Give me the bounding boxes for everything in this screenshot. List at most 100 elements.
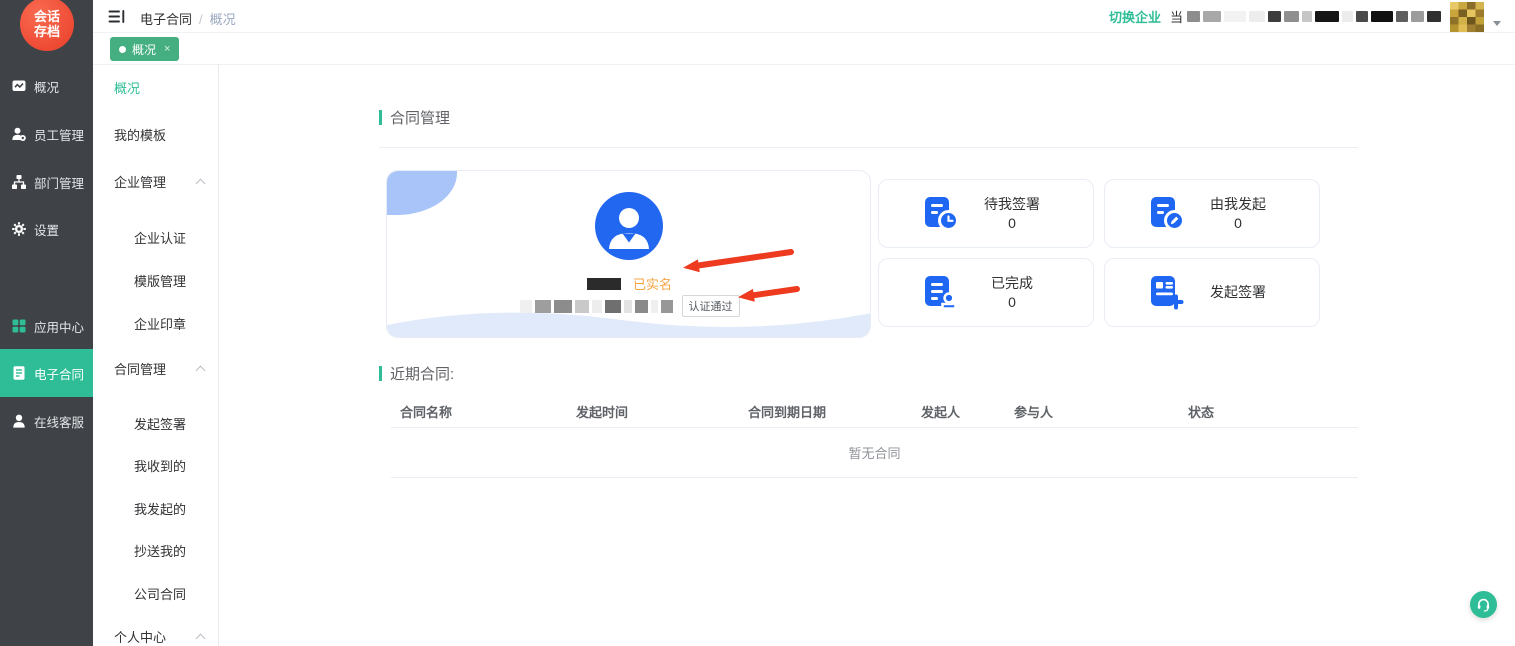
top-bar: 电子合同/概况 切换企业 当	[93, 0, 1515, 33]
stat-label: 待我签署	[961, 195, 1063, 214]
menu-group-personal[interactable]: 个人中心	[93, 628, 218, 646]
stat-label: 已完成	[961, 274, 1063, 293]
sidebar-item-settings[interactable]: 设置	[0, 205, 93, 253]
stat-value: 0	[961, 214, 1063, 233]
col-header-status: 状态	[1188, 402, 1214, 421]
chevron-up-icon	[196, 634, 206, 644]
sidebar-item-employees[interactable]: 员工管理	[0, 110, 93, 158]
apps-grid-icon	[11, 318, 27, 334]
customer-service-button[interactable]	[1470, 591, 1497, 618]
sidebar-item-label: 概况	[34, 77, 59, 96]
stat-value: 0	[1187, 214, 1289, 233]
doc-edit-icon	[1147, 194, 1187, 234]
tab-label: 概况	[132, 41, 156, 58]
redacted-name	[587, 278, 621, 290]
menu-group-contract[interactable]: 合同管理	[93, 360, 218, 380]
stat-label: 发起签署	[1187, 283, 1289, 302]
cert-passed-badge: 认证通过	[682, 295, 740, 317]
stat-card-initiated-by-me[interactable]: 由我发起 0	[1104, 179, 1320, 248]
stat-value: 0	[961, 293, 1063, 312]
user-avatar[interactable]	[1450, 2, 1484, 32]
menu-item-my-templates[interactable]: 我的模板	[93, 126, 218, 146]
section-title-text: 合同管理	[390, 107, 450, 128]
menu-item-enterprise-cert[interactable]: 企业认证	[93, 229, 218, 249]
menu-item-company-contracts[interactable]: 公司合同	[93, 585, 218, 605]
menu-item-cc-me[interactable]: 抄送我的	[93, 542, 218, 562]
current-company-prefix: 当	[1170, 7, 1183, 26]
sidebar-item-label: 设置	[34, 220, 59, 239]
sidebar-item-app-center[interactable]: 应用中心	[0, 302, 93, 350]
realname-badge: 已实名	[633, 277, 672, 292]
chevron-up-icon	[196, 179, 206, 189]
sidebar-item-label: 电子合同	[34, 364, 84, 383]
sidebar-item-e-contract[interactable]: 电子合同	[0, 349, 93, 397]
menu-group-label: 个人中心	[114, 630, 166, 645]
tab-close-icon[interactable]: ×	[164, 43, 170, 55]
overview-icon	[11, 78, 27, 94]
section-title-contract-mgmt: 合同管理	[379, 107, 450, 128]
tab-active-dot	[119, 46, 126, 53]
topbar-right: 切换企业 当	[1109, 0, 1501, 33]
collapse-sidebar-icon[interactable]	[108, 8, 126, 30]
decorative-blob	[387, 171, 457, 215]
sidebar-item-departments[interactable]: 部门管理	[0, 158, 93, 206]
tab-bar: 概况 ×	[93, 33, 1515, 65]
table-empty-state: 暂无合同	[391, 428, 1358, 478]
app-logo[interactable]: 会话 存档	[20, 0, 74, 51]
stat-card-completed[interactable]: 已完成 0	[878, 258, 1094, 327]
section-title-bar	[379, 366, 382, 381]
doc-plus-icon	[1147, 273, 1187, 313]
headset-icon	[1475, 596, 1492, 613]
breadcrumb: 电子合同/概况	[140, 9, 236, 28]
gear-icon	[11, 221, 27, 237]
sidebar-item-label: 员工管理	[34, 125, 84, 144]
menu-item-overview[interactable]: 概况	[93, 79, 218, 99]
breadcrumb-separator: /	[199, 12, 203, 27]
menu-item-template-mgmt[interactable]: 模版管理	[93, 272, 218, 292]
profile-card: 已实名 认证通过	[386, 170, 871, 338]
table-header-row: 合同名称 发起时间 合同到期日期 发起人 参与人 状态	[391, 395, 1358, 428]
col-header-initiator: 发起人	[921, 402, 960, 421]
tab-overview[interactable]: 概况 ×	[110, 37, 179, 61]
employee-icon	[11, 126, 27, 142]
sidebar-item-online-service[interactable]: 在线客服	[0, 397, 93, 445]
menu-group-label: 企业管理	[114, 175, 166, 190]
user-menu-caret-icon[interactable]	[1493, 21, 1501, 26]
stat-card-pending-sign[interactable]: 待我签署 0	[878, 179, 1094, 248]
section-title-recent-contracts: 近期合同:	[379, 363, 454, 384]
menu-group-label: 合同管理	[114, 362, 166, 377]
chevron-up-icon	[196, 366, 206, 376]
secondary-sidebar: 概况 我的模板 企业管理 企业认证 模版管理 企业印章 合同管理 发起签署 我收…	[93, 65, 219, 646]
menu-item-received[interactable]: 我收到的	[93, 457, 218, 477]
breadcrumb-parent[interactable]: 电子合同	[140, 12, 192, 27]
current-company-redacted: 当	[1170, 7, 1441, 26]
stat-card-start-signing[interactable]: 发起签署	[1104, 258, 1320, 327]
switch-company-link[interactable]: 切换企业	[1109, 7, 1161, 26]
sidebar-item-label: 部门管理	[34, 173, 84, 192]
col-header-start-time: 发起时间	[576, 402, 628, 421]
redacted-company	[520, 300, 532, 313]
col-header-participants: 参与人	[1014, 402, 1053, 421]
stat-label: 由我发起	[1187, 195, 1289, 214]
col-header-expiry-date: 合同到期日期	[748, 402, 826, 421]
profile-avatar-icon	[595, 192, 663, 260]
departments-icon	[11, 174, 27, 190]
section-title-bar	[379, 110, 382, 125]
section-title-text: 近期合同:	[390, 363, 454, 384]
menu-item-enterprise-seal[interactable]: 企业印章	[93, 315, 218, 335]
contract-doc-icon	[11, 365, 27, 381]
profile-name-row: 已实名	[387, 274, 871, 290]
logo-line2: 存档	[34, 24, 60, 39]
sidebar-item-label: 在线客服	[34, 412, 84, 431]
main-content: 合同管理 已实名	[219, 65, 1515, 646]
sidebar-item-overview[interactable]: 概况	[0, 62, 93, 110]
menu-group-enterprise[interactable]: 企业管理	[93, 173, 218, 193]
person-icon	[11, 413, 27, 429]
recent-contracts-table: 合同名称 发起时间 合同到期日期 发起人 参与人 状态 暂无合同	[391, 395, 1358, 478]
doc-clock-icon	[921, 194, 961, 234]
menu-item-initiated[interactable]: 我发起的	[93, 500, 218, 520]
col-header-contract-name: 合同名称	[400, 402, 452, 421]
menu-item-initiate-sign[interactable]: 发起签署	[93, 415, 218, 435]
primary-sidebar: 会话 存档 概况 员工管理 部门管理 设置 应用中心 电子合同	[0, 0, 93, 646]
doc-stamp-icon	[921, 273, 961, 313]
